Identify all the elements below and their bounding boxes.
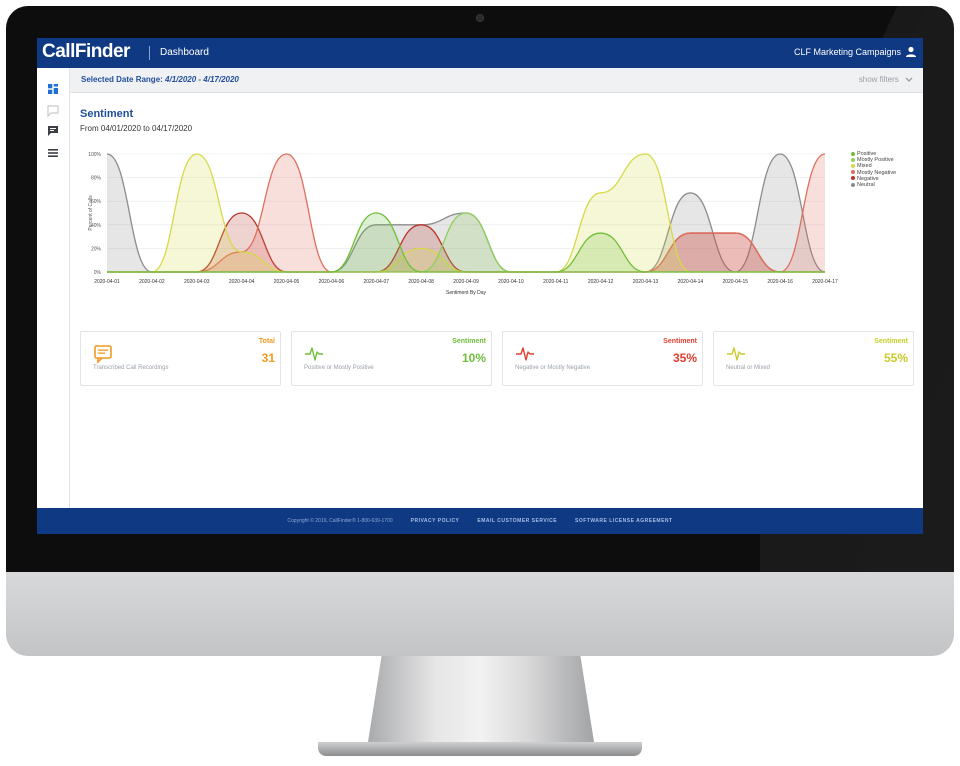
- license-agreement-link[interactable]: SOFTWARE LICENSE AGREEMENT: [575, 518, 673, 524]
- card-value: 31: [261, 351, 275, 365]
- monitor-chin: [6, 572, 954, 656]
- x-tick-label: 2020-04-04: [229, 279, 255, 285]
- date-range-value[interactable]: 4/1/2020 - 4/17/2020: [165, 75, 239, 84]
- x-tick-label: 2020-04-17: [812, 279, 838, 285]
- show-filters-toggle[interactable]: show filters: [859, 75, 913, 84]
- card-value: 35%: [672, 351, 697, 365]
- pulse-yellow-icon: [727, 347, 745, 361]
- legend-label: Negative: [857, 175, 879, 182]
- pulse-red-icon: [516, 347, 534, 361]
- card-heading: Sentiment: [452, 338, 486, 345]
- x-tick-label: 2020-04-09: [453, 279, 479, 285]
- y-tick-label: 80%: [91, 176, 102, 182]
- y-tick-label: 20%: [91, 246, 102, 252]
- callfinder-logo[interactable]: CallFinder: [42, 41, 130, 63]
- x-tick-label: 2020-04-16: [767, 279, 793, 285]
- card-heading: Sentiment: [874, 338, 908, 345]
- campaign-selector[interactable]: CLF Marketing Campaigns: [794, 47, 901, 57]
- legend-label: Neutral: [857, 182, 875, 189]
- show-filters-label: show filters: [858, 75, 899, 84]
- top-bar: CallFinder Dashboard CLF Marketing Campa…: [37, 38, 923, 68]
- x-axis-label: Sentiment By Day: [446, 290, 487, 296]
- app-screen: CallFinder Dashboard CLF Marketing Campa…: [37, 38, 923, 534]
- card-heading: Total: [258, 338, 275, 345]
- monitor-foot: [318, 742, 642, 756]
- legend-swatch: [851, 176, 855, 181]
- x-tick-label: 2020-04-08: [408, 279, 434, 285]
- summary-card[interactable]: Sentiment 10% Positive or Mostly Positive: [291, 331, 492, 386]
- monitor-stand: [368, 656, 594, 742]
- legend-label: Mostly Positive: [857, 157, 894, 164]
- message-icon[interactable]: [46, 124, 60, 138]
- card-value: 55%: [883, 351, 908, 365]
- legend-label: Positive: [857, 151, 877, 157]
- user-icon[interactable]: [905, 46, 917, 58]
- legend-swatch: [851, 182, 855, 187]
- summary-card[interactable]: Sentiment 35% Negative or Mostly Negative: [502, 331, 703, 386]
- section-title: Sentiment: [80, 108, 134, 120]
- pulse-green-icon: [305, 347, 323, 361]
- legend-swatch: [851, 157, 855, 162]
- x-tick-label: 2020-04-11: [543, 279, 568, 285]
- camera-icon: [476, 14, 484, 22]
- page-title: Dashboard: [160, 47, 209, 58]
- list-icon[interactable]: [46, 146, 60, 160]
- sentiment-chart: 0%20%40%60%80%100%Percent of Calls2020-0…: [88, 152, 838, 296]
- card-description: Transcribed Call Recordings: [93, 365, 169, 371]
- x-tick-label: 2020-04-01: [94, 279, 120, 285]
- legend-label: Mostly Negative: [857, 169, 897, 176]
- section-subtitle: From 04/01/2020 to 04/17/2020: [80, 124, 193, 133]
- filter-bar: Selected Date Range: 4/1/2020 - 4/17/202…: [70, 68, 923, 93]
- y-tick-label: 100%: [88, 152, 101, 158]
- footer: Copyright © 2019, CallFinder® 1-800-639-…: [37, 508, 923, 534]
- privacy-policy-link[interactable]: PRIVACY POLICY: [411, 518, 460, 524]
- dashboard-grid-icon[interactable]: [46, 82, 60, 96]
- sidebar: [37, 68, 70, 508]
- legend-item-neutral[interactable]: Neutral: [851, 182, 896, 188]
- legend-swatch: [851, 151, 855, 156]
- x-tick-label: 2020-04-14: [678, 279, 704, 285]
- card-heading: Sentiment: [663, 338, 697, 345]
- logo-separator: [149, 46, 150, 60]
- legend-swatch: [851, 170, 855, 175]
- card-value: 10%: [461, 351, 486, 365]
- date-range-label: Selected Date Range: 4/1/2020 - 4/17/202…: [81, 75, 239, 84]
- y-axis-label: Percent of Calls: [88, 195, 94, 231]
- legend-label: Mixed: [857, 163, 872, 170]
- summary-card[interactable]: Sentiment 55% Neutral or Mixed: [713, 331, 914, 386]
- card-description: Neutral or Mixed: [726, 365, 771, 371]
- x-tick-label: 2020-04-02: [139, 279, 165, 285]
- email-customer-service-link[interactable]: EMAIL CUSTOMER SERVICE: [477, 518, 557, 524]
- card-description: Negative or Mostly Negative: [515, 365, 591, 371]
- x-tick-label: 2020-04-15: [722, 279, 748, 285]
- x-tick-label: 2020-04-10: [498, 279, 524, 285]
- x-tick-label: 2020-04-05: [274, 279, 300, 285]
- chat-outline-icon[interactable]: [46, 104, 60, 118]
- summary-card[interactable]: Total 31 Transcribed Call Recordings: [80, 331, 281, 386]
- x-tick-label: 2020-04-06: [319, 279, 345, 285]
- date-range-prefix: Selected Date Range:: [81, 75, 166, 84]
- x-tick-label: 2020-04-07: [363, 279, 389, 285]
- x-tick-label: 2020-04-12: [588, 279, 614, 285]
- x-tick-label: 2020-04-03: [184, 279, 210, 285]
- chat-bubble-icon: [94, 345, 112, 364]
- copyright-text: Copyright © 2019, CallFinder® 1-800-639-…: [287, 518, 393, 524]
- y-tick-label: 0%: [94, 270, 102, 276]
- card-description: Positive or Mostly Positive: [304, 365, 374, 371]
- chart-legend: Positive Mostly Positive Mixed Mostly Negat…: [851, 151, 896, 188]
- x-tick-label: 2020-04-13: [633, 279, 659, 285]
- legend-swatch: [851, 163, 855, 168]
- chevron-down-icon: [905, 77, 913, 82]
